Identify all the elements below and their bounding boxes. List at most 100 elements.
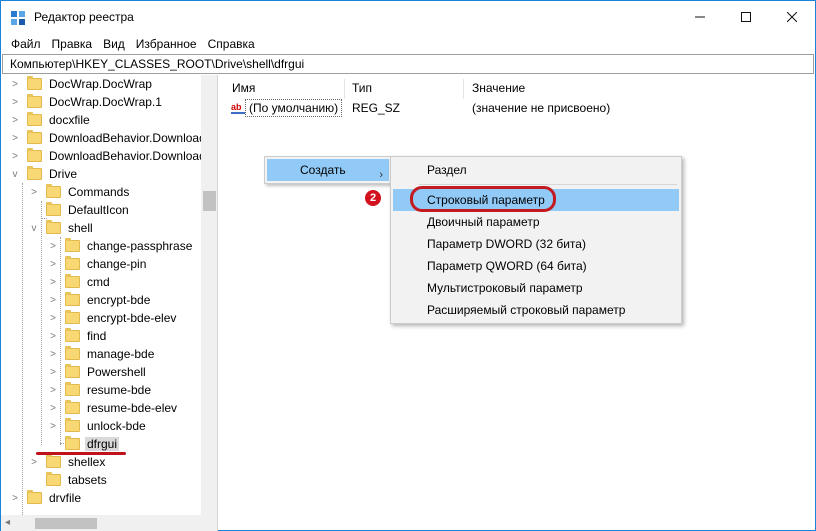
folder-icon xyxy=(27,490,42,504)
minimize-icon xyxy=(695,16,705,18)
tree-item-encrypt-bde-elev[interactable]: > encrypt-bde-elev xyxy=(47,309,178,327)
tree-item-label: drvfile xyxy=(49,491,82,505)
column-divider[interactable] xyxy=(344,79,345,99)
chevron-right-icon[interactable]: > xyxy=(9,493,21,504)
submenu-item-multistring-value[interactable]: Мультистроковый параметр xyxy=(393,277,679,299)
menu-help[interactable]: Справка xyxy=(202,35,260,53)
string-value-icon: ab xyxy=(231,102,245,114)
tree-item-label: encrypt-bde-elev xyxy=(87,311,177,325)
tree-item-encrypt-bde[interactable]: > encrypt-bde xyxy=(47,291,152,309)
chevron-right-icon[interactable]: > xyxy=(47,331,59,342)
maximize-button[interactable] xyxy=(723,1,769,33)
chevron-right-icon[interactable]: > xyxy=(47,349,59,360)
folder-icon xyxy=(65,238,80,252)
menu-view[interactable]: Вид xyxy=(97,35,130,53)
chevron-right-icon[interactable]: > xyxy=(47,295,59,306)
tree-item-find[interactable]: > find xyxy=(47,327,108,345)
chevron-right-icon[interactable]: > xyxy=(47,421,59,432)
tree-item-dfrgui[interactable]: dfrgui xyxy=(65,435,120,453)
folder-icon xyxy=(46,454,61,468)
title-bar[interactable]: Редактор реестра xyxy=(1,1,815,33)
submenu-item-key[interactable]: Раздел xyxy=(393,159,679,181)
submenu-item-dword-value[interactable]: Параметр DWORD (32 бита) xyxy=(393,233,679,255)
chevron-right-icon[interactable]: > xyxy=(47,403,59,414)
tree-vertical-scrollbar[interactable] xyxy=(201,75,217,515)
tree-horizontal-scrollbar[interactable]: ◂ xyxy=(1,515,217,531)
tree-item-change-pin[interactable]: > change-pin xyxy=(47,255,148,273)
tree-item-docwrap-1[interactable]: > DocWrap.DocWrap.1 xyxy=(9,93,164,111)
folder-icon xyxy=(27,76,42,90)
chevron-right-icon[interactable]: > xyxy=(28,457,40,468)
tree-item-unlock-bde[interactable]: > unlock-bde xyxy=(47,417,148,435)
value-name[interactable]: (По умолчанию) xyxy=(245,99,343,117)
tree-item-defaulticon[interactable]: DefaultIcon xyxy=(46,201,131,219)
menu-file[interactable]: Файл xyxy=(1,35,46,53)
column-divider[interactable] xyxy=(463,79,464,99)
chevron-right-icon[interactable]: > xyxy=(47,241,59,252)
tree-item-label: resume-bde-elev xyxy=(87,401,178,415)
chevron-right-icon[interactable]: > xyxy=(9,115,21,126)
folder-icon xyxy=(65,256,80,270)
submenu-item-qword-value[interactable]: Параметр QWORD (64 бита) xyxy=(393,255,679,277)
column-header-type[interactable]: Тип xyxy=(352,79,372,97)
chevron-right-icon[interactable]: > xyxy=(9,151,21,162)
chevron-right-icon[interactable]: > xyxy=(47,277,59,288)
tree-item-shell[interactable]: v shell xyxy=(28,219,95,237)
tree-item-powershell[interactable]: > Powershell xyxy=(47,363,148,381)
column-header-name[interactable]: Имя xyxy=(232,79,255,97)
tree-item-drvfile[interactable]: > drvfile xyxy=(9,489,83,507)
scroll-left-icon[interactable]: ◂ xyxy=(5,517,10,528)
tree-item-commands[interactable]: > Commands xyxy=(28,183,131,201)
tree-item-resume-bde-elev[interactable]: > resume-bde-elev xyxy=(47,399,179,417)
registry-editor-icon xyxy=(11,11,25,25)
menu-favorites[interactable]: Избранное xyxy=(130,35,202,53)
scrollbar-thumb[interactable] xyxy=(35,518,97,529)
tree-item-cmd[interactable]: > cmd xyxy=(47,273,112,291)
tree-item-docxfile[interactable]: > docxfile xyxy=(9,111,92,129)
tree-item-label: unlock-bde xyxy=(87,419,146,433)
folder-icon xyxy=(65,346,80,360)
chevron-right-icon[interactable]: > xyxy=(9,133,21,144)
chevron-right-icon[interactable]: > xyxy=(47,313,59,324)
step-badge: 2 xyxy=(365,190,381,206)
tree-item-downloadbehavior[interactable]: > DownloadBehavior.Download xyxy=(9,129,208,147)
submenu-item-expandable-string-value[interactable]: Расширяемый строковый параметр xyxy=(393,299,679,321)
folder-icon xyxy=(65,292,80,306)
chevron-right-icon[interactable]: > xyxy=(47,367,59,378)
chevron-right-icon[interactable]: > xyxy=(47,385,59,396)
tree-item-label: shell xyxy=(68,221,93,235)
tree-item-resume-bde[interactable]: > resume-bde xyxy=(47,381,153,399)
tree-item-shellex[interactable]: > shellex xyxy=(28,453,107,471)
chevron-down-icon[interactable]: v xyxy=(28,223,40,234)
folder-icon xyxy=(46,472,61,486)
tree-item-change-passphrase[interactable]: > change-passphrase xyxy=(47,237,194,255)
close-button[interactable] xyxy=(769,1,815,33)
window-title: Редактор реестра xyxy=(34,10,134,24)
tree-guide-line xyxy=(22,183,23,525)
tree-item-docwrap[interactable]: > DocWrap.DocWrap xyxy=(9,75,154,93)
tree-item-label: DocWrap.DocWrap xyxy=(49,77,152,91)
tree-item-manage-bde[interactable]: > manage-bde xyxy=(47,345,156,363)
menu-edit[interactable]: Правка xyxy=(46,35,98,53)
chevron-right-icon[interactable]: > xyxy=(28,187,40,198)
tree-item-drive[interactable]: v Drive xyxy=(9,165,79,183)
chevron-right-icon[interactable]: > xyxy=(9,97,21,108)
menu-item-create[interactable]: Создать › xyxy=(267,159,389,181)
tree-item-label: Commands xyxy=(68,185,130,199)
tree-item-label: dfrgui xyxy=(85,437,120,451)
address-bar[interactable]: Компьютер\HKEY_CLASSES_ROOT\Drive\shell\… xyxy=(2,54,814,74)
tree-item-label: change-passphrase xyxy=(87,239,193,253)
chevron-right-icon[interactable]: > xyxy=(47,259,59,270)
tree-item-downloadbehavior-2[interactable]: > DownloadBehavior.Download xyxy=(9,147,208,165)
folder-icon xyxy=(65,328,80,342)
chevron-down-icon[interactable]: v xyxy=(9,169,21,180)
submenu-item-binary-value[interactable]: Двоичный параметр xyxy=(393,211,679,233)
tree-item-tabsets[interactable]: tabsets xyxy=(46,471,109,489)
column-header-value[interactable]: Значение xyxy=(472,79,525,97)
minimize-button[interactable] xyxy=(677,1,723,33)
chevron-right-icon[interactable]: > xyxy=(9,79,21,90)
scrollbar-thumb[interactable] xyxy=(203,191,216,211)
folder-icon xyxy=(27,130,42,144)
tree-item-label: resume-bde xyxy=(87,383,152,397)
tree-item-label: find xyxy=(87,329,107,343)
